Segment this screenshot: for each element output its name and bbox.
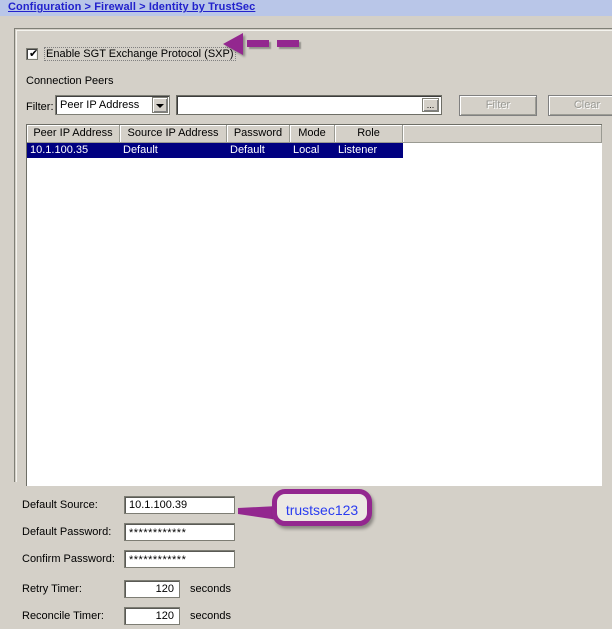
table-column-header[interactable]: Password bbox=[227, 125, 290, 143]
table-cell: 10.1.100.35 bbox=[30, 144, 89, 156]
form-field-value: 10.1.100.39 bbox=[129, 499, 188, 511]
filter-label: Filter: bbox=[26, 101, 54, 113]
checkmark-icon: ✔ bbox=[29, 48, 39, 60]
peers-table[interactable]: Peer IP Address Source IP Address Password… bbox=[26, 124, 602, 486]
annotation-arrow-dash-2 bbox=[277, 40, 299, 47]
form-field-input[interactable]: ************ bbox=[124, 550, 235, 568]
browse-button[interactable]: ... bbox=[422, 98, 439, 112]
form-field-label: Default Password: bbox=[22, 526, 112, 538]
annotation-arrow-icon bbox=[223, 33, 243, 55]
table-header-row: Peer IP Address Source IP Address Password… bbox=[27, 125, 602, 143]
table-body: 10.1.100.35 Default Default Local Listener bbox=[27, 143, 602, 158]
form-row: Reconcile Timer: 120 seconds bbox=[0, 607, 612, 629]
table-column-header[interactable]: Role bbox=[335, 125, 403, 143]
form-field-value: ************ bbox=[129, 527, 187, 539]
table-column-header[interactable]: Peer IP Address bbox=[27, 125, 120, 143]
enable-sxp-label: Enable SGT Exchange Protocol (SXP) bbox=[44, 47, 236, 61]
form-field-input[interactable]: 120 bbox=[124, 580, 180, 598]
form-field-value: ************ bbox=[129, 554, 187, 566]
form-row: Retry Timer: 120 seconds bbox=[0, 580, 612, 602]
filter-value-input[interactable]: ... bbox=[176, 95, 442, 115]
annotation-arrow-dash-1 bbox=[247, 40, 269, 47]
form-field-label: Retry Timer: bbox=[22, 583, 82, 595]
filter-field-select-button[interactable] bbox=[152, 97, 168, 113]
enable-sxp-checkbox[interactable]: ✔ bbox=[26, 48, 38, 60]
connection-peers-label: Connection Peers bbox=[26, 75, 114, 87]
annotation-callout: trustsec123 bbox=[272, 489, 372, 526]
breadcrumb[interactable]: Configuration > Firewall > Identity by T… bbox=[8, 1, 255, 13]
table-row[interactable]: 10.1.100.35 Default Default Local Listener bbox=[27, 143, 403, 158]
form-field-label: Default Source: bbox=[22, 499, 98, 511]
form-field-input[interactable]: 10.1.100.39 bbox=[124, 496, 235, 514]
form-row: Default Password: ************ bbox=[0, 523, 612, 545]
table-column-header-filler bbox=[403, 125, 602, 143]
annotation-callout-text: trustsec123 bbox=[285, 502, 359, 518]
form-field-input[interactable]: 120 bbox=[124, 607, 180, 625]
form-row: Confirm Password: ************ bbox=[0, 550, 612, 572]
table-cell: Listener bbox=[338, 144, 378, 156]
enable-sxp-checkbox-row[interactable]: ✔ Enable SGT Exchange Protocol (SXP) bbox=[26, 47, 236, 61]
table-column-header[interactable]: Source IP Address bbox=[120, 125, 227, 143]
table-cell: Default bbox=[123, 144, 158, 156]
form-field-label: Confirm Password: bbox=[22, 553, 115, 565]
table-cell: Default bbox=[230, 144, 265, 156]
breadcrumb-bar: Configuration > Firewall > Identity by T… bbox=[0, 0, 612, 17]
table-cell: Local bbox=[293, 144, 320, 156]
form-field-value: 120 bbox=[155, 583, 174, 595]
clear-button[interactable]: Clear bbox=[548, 95, 612, 116]
filter-field-select-value: Peer IP Address bbox=[60, 99, 140, 111]
filter-button[interactable]: Filter bbox=[459, 95, 537, 116]
filter-field-select[interactable]: Peer IP Address bbox=[55, 95, 170, 115]
form-field-input[interactable]: ************ bbox=[124, 523, 235, 541]
table-column-header[interactable]: Mode bbox=[290, 125, 335, 143]
form-field-units: seconds bbox=[190, 583, 231, 595]
chevron-down-icon bbox=[156, 104, 164, 108]
